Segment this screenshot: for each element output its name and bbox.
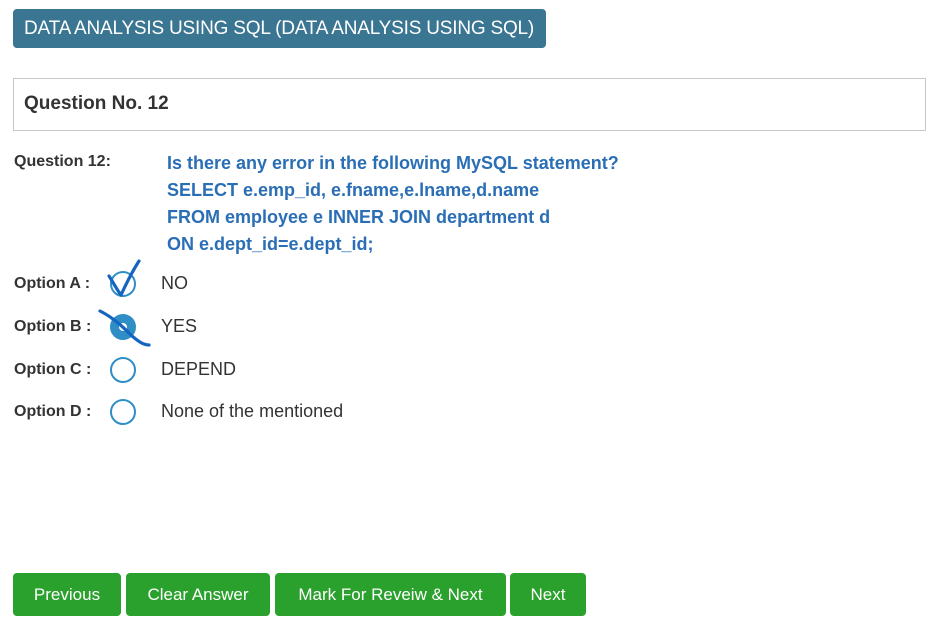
previous-button[interactable]: Previous	[13, 573, 121, 616]
option-b-label: Option B :	[14, 318, 92, 335]
option-b-radio[interactable]	[110, 314, 136, 340]
course-title-badge: DATA ANALYSIS USING SQL (DATA ANALYSIS U…	[13, 9, 546, 48]
question-text-line: Is there any error in the following MySQ…	[167, 153, 619, 173]
option-d-text: None of the mentioned	[161, 401, 344, 421]
mark-for-review-next-button[interactable]: Mark For Reveiw & Next	[275, 573, 506, 616]
question-label: Question 12:	[14, 153, 111, 170]
option-a-row: Option A : NO	[14, 271, 514, 299]
option-a-text: NO	[161, 273, 188, 293]
clear-answer-button[interactable]: Clear Answer	[126, 573, 270, 616]
option-a-label: Option A :	[14, 275, 91, 292]
option-c-text: DEPEND	[161, 359, 237, 379]
option-d-row: Option D : None of the mentioned	[14, 399, 514, 427]
option-d-label: Option D :	[14, 403, 92, 420]
option-c-radio[interactable]	[110, 357, 136, 383]
question-text-line: SELECT e.emp_id, e.fname,e.lname,d.name	[167, 180, 540, 200]
question-text-line: ON e.dept_id=e.dept_id;	[167, 234, 374, 254]
question-text-line: FROM employee e INNER JOIN department d	[167, 207, 551, 227]
option-a-radio[interactable]	[110, 271, 136, 297]
option-c-row: Option C : DEPEND	[14, 357, 514, 385]
next-button[interactable]: Next	[510, 573, 586, 616]
question-header-box: Question No. 12	[13, 78, 926, 131]
option-b-row: Option B : YES	[14, 314, 514, 342]
question-text: Is there any error in the following MySQ…	[167, 150, 619, 258]
option-c-label: Option C :	[14, 361, 92, 378]
option-d-radio[interactable]	[110, 399, 136, 425]
question-number-heading: Question No. 12	[24, 93, 169, 114]
option-b-text: YES	[161, 316, 198, 336]
